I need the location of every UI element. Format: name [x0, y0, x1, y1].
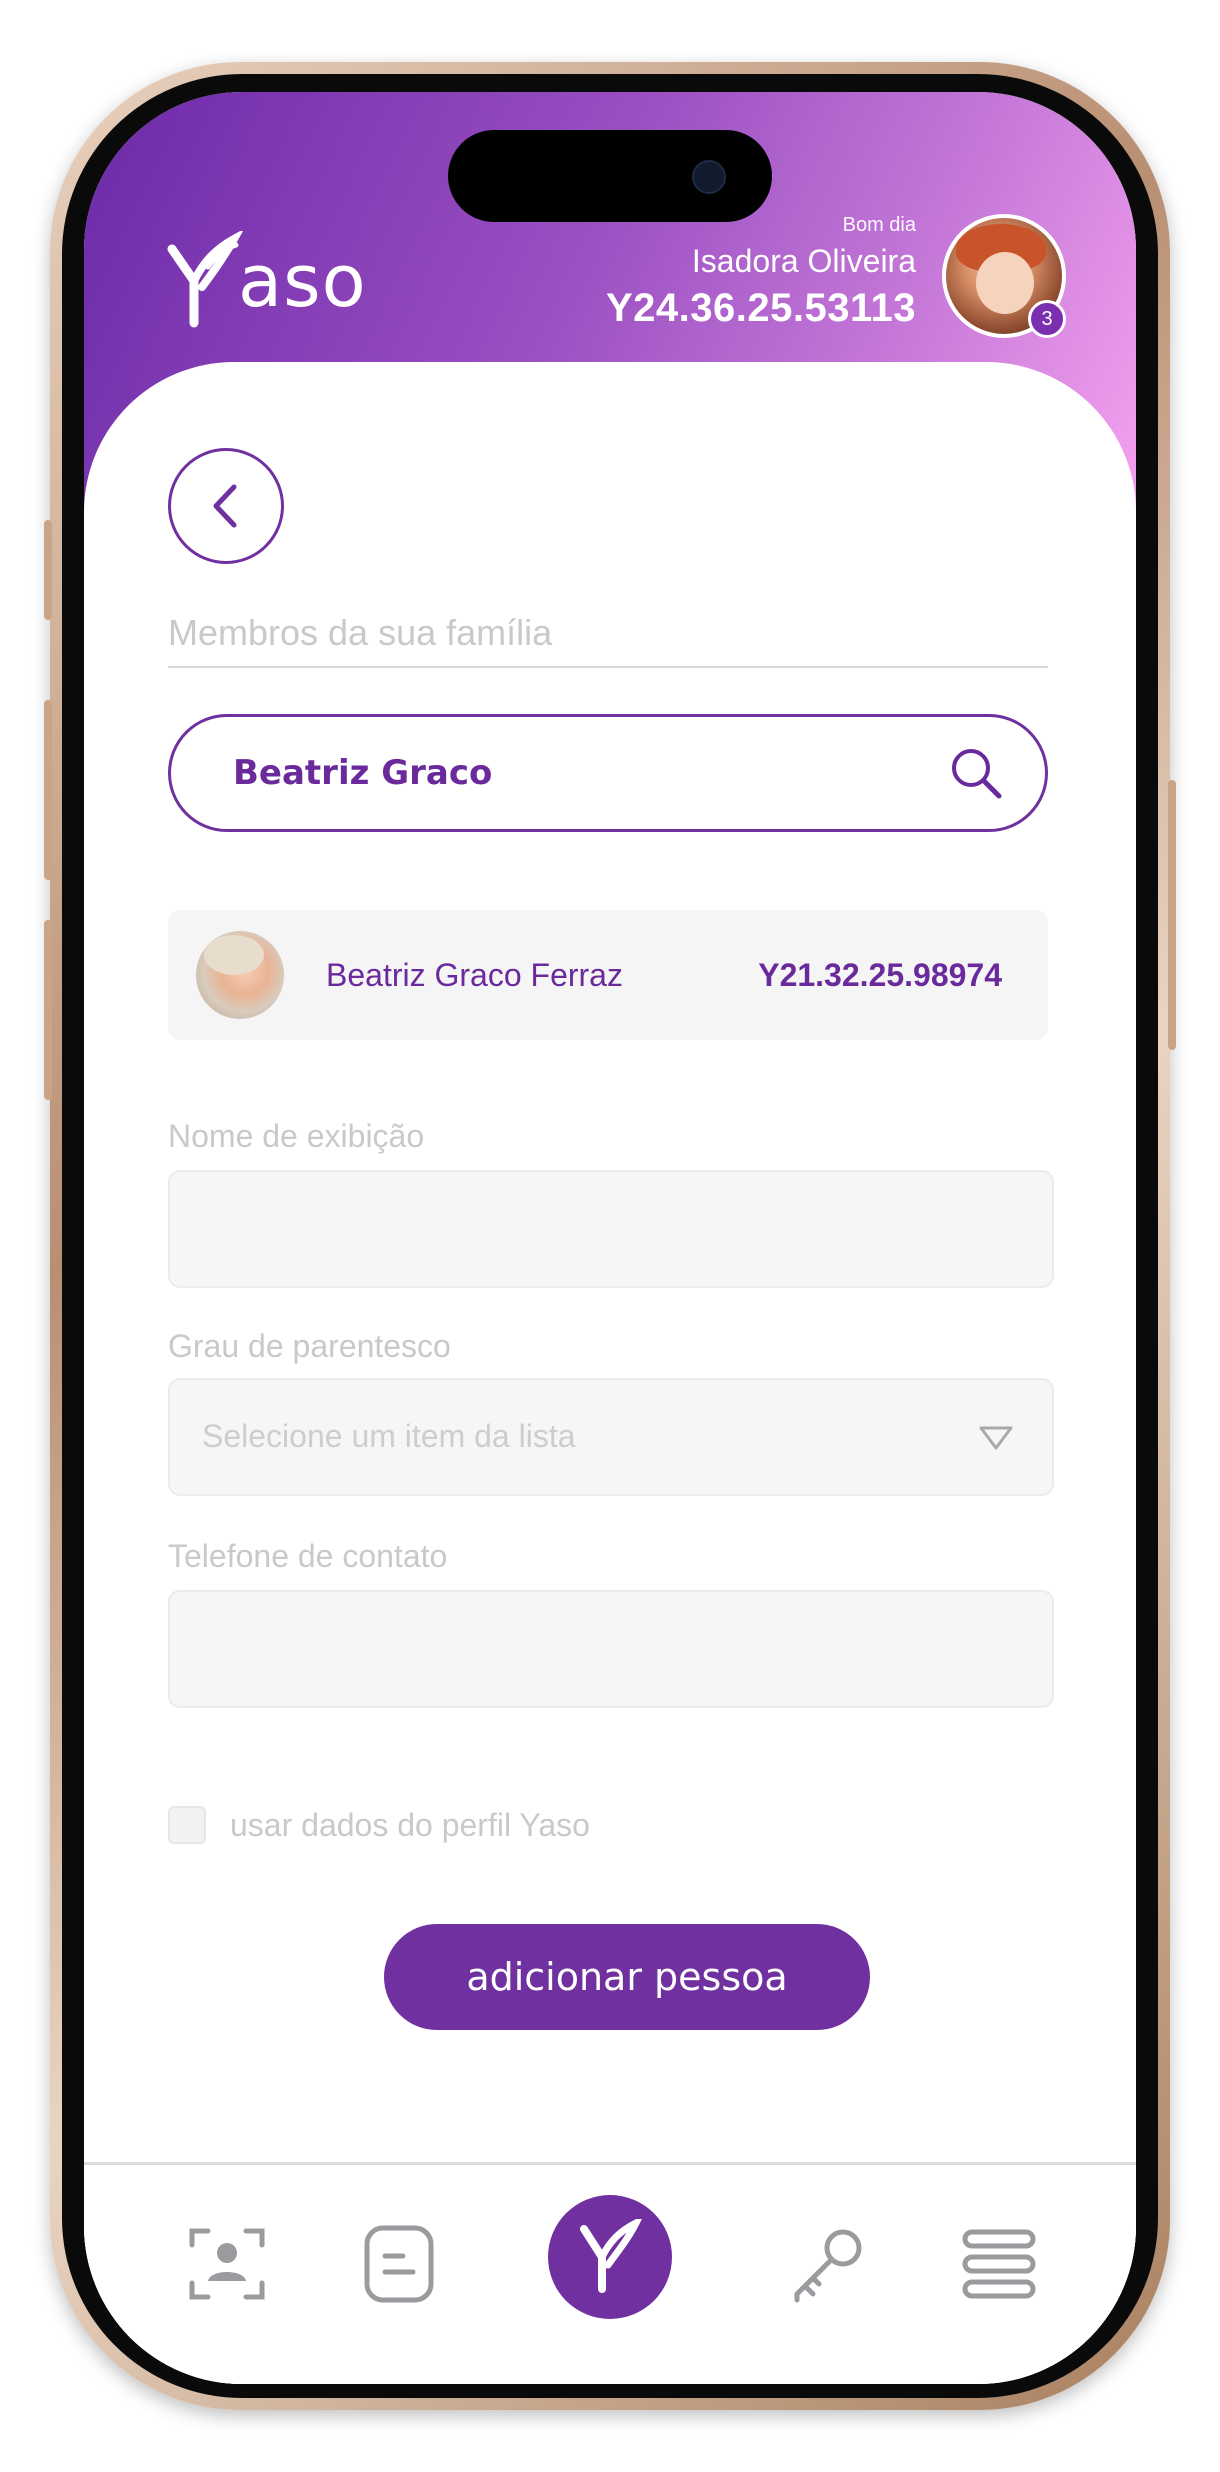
dynamic-island: [448, 130, 772, 222]
use-profile-option: usar dados do perfil Yaso: [168, 1806, 590, 1844]
phone-label: Telefone de contato: [168, 1538, 448, 1574]
phone-side-button: [44, 520, 52, 620]
phone-input[interactable]: [170, 1592, 1052, 1706]
phone-field[interactable]: [168, 1590, 1054, 1708]
yaso-home-icon: [580, 2219, 642, 2293]
member-result-item[interactable]: Beatriz Graco Ferraz Y21.32.25.98974: [168, 910, 1048, 1040]
back-button[interactable]: [168, 448, 284, 564]
section-title: Membros da sua família: [168, 612, 1048, 668]
logo-text: aso: [238, 239, 367, 323]
search-icon[interactable]: [947, 744, 1005, 802]
relation-label: Grau de parentesco: [168, 1328, 451, 1364]
user-name: Isadora Oliveira: [691, 243, 916, 279]
document-icon: [364, 2225, 434, 2303]
search-input[interactable]: [231, 752, 947, 794]
yaso-logo: aso: [164, 226, 367, 336]
chevron-left-icon: [213, 484, 237, 528]
app-screen: aso Bom dia Isadora Oliveira Y24.36.25.5…: [84, 92, 1136, 2384]
phone-volume-up: [44, 700, 52, 880]
bottom-nav: [84, 2162, 1136, 2384]
display-name-input[interactable]: [170, 1172, 1052, 1286]
use-profile-checkbox[interactable]: [168, 1806, 206, 1844]
nav-keys[interactable]: [784, 2219, 874, 2309]
nav-home[interactable]: [548, 2195, 672, 2319]
nav-menu[interactable]: [954, 2219, 1044, 2309]
face-scan-icon: [189, 2228, 265, 2300]
member-code: Y21.32.25.98974: [758, 956, 1002, 993]
relation-select-placeholder: Selecione um item da lista: [202, 1418, 576, 1454]
user-code: Y24.36.25.53113: [605, 286, 916, 330]
notification-badge[interactable]: 3: [1028, 300, 1066, 338]
nav-face-scan[interactable]: [182, 2219, 272, 2309]
nav-documents[interactable]: [354, 2219, 444, 2309]
member-name: Beatriz Graco Ferraz: [326, 956, 623, 993]
triangle-down-icon: [979, 1426, 1013, 1450]
display-name-field[interactable]: [168, 1170, 1054, 1288]
relation-select[interactable]: Selecione um item da lista: [168, 1378, 1054, 1496]
key-icon: [794, 2229, 862, 2303]
search-field[interactable]: [168, 714, 1048, 832]
camera-icon: [692, 160, 726, 194]
phone-volume-down: [44, 920, 52, 1100]
greeting-text: Bom dia: [842, 214, 916, 236]
use-profile-label: usar dados do perfil Yaso: [230, 1806, 590, 1843]
phone-power-button: [1168, 780, 1176, 1050]
avatar-face: [976, 252, 1034, 314]
yaso-mark-icon: [167, 231, 244, 328]
user-info: Bom dia Isadora Oliveira Y24.36.25.53113: [606, 214, 916, 331]
add-person-button[interactable]: adicionar pessoa: [384, 1924, 870, 2030]
member-avatar: [196, 931, 284, 1019]
menu-icon: [962, 2229, 1036, 2299]
display-name-label: Nome de exibição: [168, 1118, 425, 1154]
